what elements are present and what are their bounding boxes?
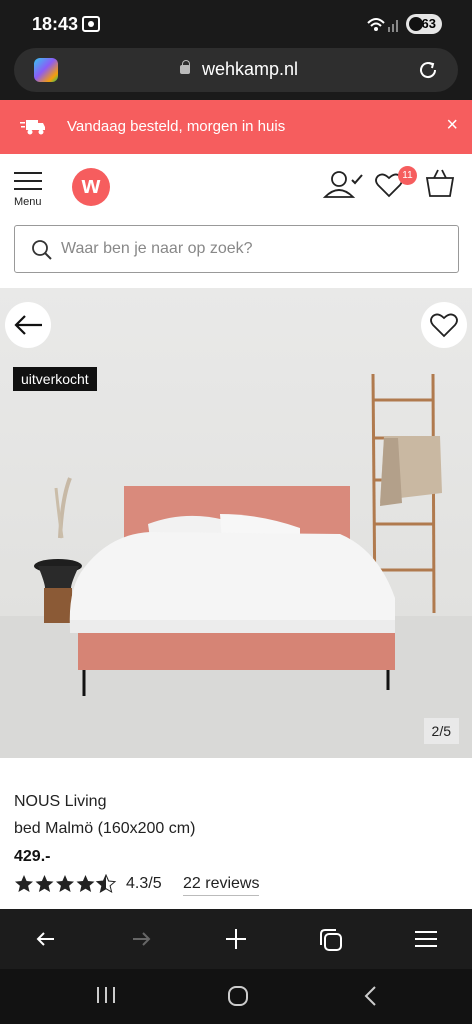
reload-icon[interactable] (416, 58, 440, 82)
battery-indicator: 63 (406, 14, 442, 34)
reviews-link[interactable]: 22 reviews (183, 875, 260, 896)
address-bar[interactable]: wehkamp.nl (14, 48, 458, 92)
close-icon[interactable]: × (446, 115, 458, 135)
recent-apps-icon[interactable] (95, 985, 117, 1005)
lock-icon (180, 60, 190, 74)
android-navigation-bar (0, 969, 472, 1024)
menu-icon[interactable] (414, 927, 438, 951)
search-placeholder: Waar ben je naar op zoek? (61, 240, 253, 257)
product-price: 429.- (14, 848, 51, 865)
hamburger-icon (14, 172, 42, 174)
user-icon[interactable] (322, 168, 368, 200)
wishlist-count-badge: 11 (398, 166, 417, 185)
back-button[interactable] (5, 302, 51, 348)
promo-text: Vandaag besteld, morgen in huis (67, 118, 286, 135)
rating-value: 4.3/5 (126, 875, 162, 892)
product-info: NOUS Living bed Malmö (160x200 cm) 429.-… (0, 758, 472, 909)
bag-icon[interactable] (424, 168, 456, 198)
arrow-left-icon[interactable] (34, 927, 58, 951)
back-nav-icon[interactable] (362, 985, 378, 1007)
status-bar: 18:43 63 (0, 0, 472, 48)
sold-out-badge: uitverkocht (13, 367, 97, 391)
url-text[interactable]: wehkamp.nl (202, 59, 298, 80)
home-icon[interactable] (227, 985, 249, 1007)
browser-toolbar (0, 909, 472, 969)
menu-label: Menu (14, 196, 42, 208)
truck-icon (20, 120, 45, 135)
tabs-icon[interactable] (318, 927, 344, 953)
product-name: bed Malmö (160x200 cm) (14, 820, 196, 837)
screenshot-icon (82, 16, 100, 32)
search-icon (32, 240, 52, 260)
product-image-gallery[interactable]: uitverkocht 2/5 (0, 288, 472, 758)
plus-icon[interactable] (224, 927, 248, 951)
site-header: Menu w 11 Waar ben je naar op zoek? (0, 154, 472, 288)
favorite-button[interactable] (421, 302, 467, 348)
arrow-left-icon (14, 315, 42, 335)
heart-icon (430, 313, 458, 338)
wifi-signal-icon (367, 18, 398, 32)
promo-banner: Vandaag besteld, morgen in huis × (0, 100, 472, 154)
browser-bar: wehkamp.nl (0, 48, 472, 100)
menu-button[interactable]: Menu (14, 172, 46, 208)
rating-stars (15, 874, 116, 893)
search-input[interactable]: Waar ben je naar op zoek? (14, 225, 459, 273)
copilot-icon[interactable] (34, 58, 58, 82)
arrow-right-icon[interactable] (129, 927, 153, 951)
product-brand[interactable]: NOUS Living (14, 793, 106, 811)
image-counter: 2/5 (423, 718, 459, 744)
status-time: 18:43 (32, 14, 79, 34)
product-photo (34, 373, 442, 696)
wehkamp-logo[interactable]: w (72, 168, 110, 206)
